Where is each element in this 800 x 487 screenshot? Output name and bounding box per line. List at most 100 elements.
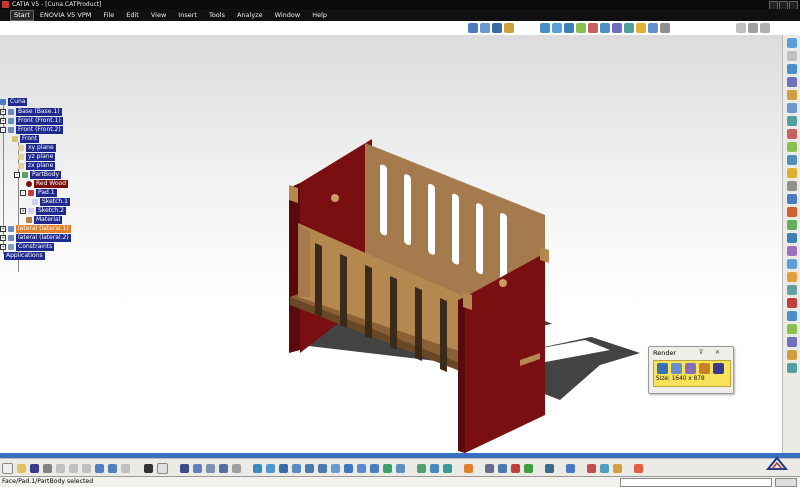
paste-icon[interactable]	[82, 463, 91, 473]
zoom-in-icon[interactable]	[305, 463, 314, 473]
tree-node[interactable]: zx plane	[18, 162, 56, 170]
formula-icon[interactable]	[144, 463, 153, 473]
swap-visible-icon[interactable]	[396, 463, 405, 473]
menu-insert[interactable]: Insert	[172, 9, 203, 21]
menu-file[interactable]: File	[97, 9, 120, 21]
tree-node[interactable]: + Sketch.2	[20, 207, 66, 215]
menu-help[interactable]: Help	[306, 9, 333, 21]
tree-node[interactable]: + lateral (lateral.1)	[0, 225, 71, 233]
toolbar-icon[interactable]	[787, 233, 797, 243]
toolbar-icon[interactable]	[468, 23, 478, 33]
toolbar-icon[interactable]	[566, 463, 575, 473]
render-frame-button[interactable]	[685, 363, 696, 374]
toolbar-icon[interactable]	[600, 23, 610, 33]
toolbar-icon[interactable]	[787, 77, 797, 87]
toolbar-icon[interactable]	[636, 23, 646, 33]
toolbar-icon[interactable]	[587, 463, 596, 473]
tree-node[interactable]: - PartBody	[14, 171, 61, 179]
toolbar-icon[interactable]	[787, 51, 797, 61]
toolbar-icon[interactable]	[511, 463, 520, 473]
menu-analyze[interactable]: Analyze	[231, 9, 269, 21]
toolbar-icon[interactable]	[787, 363, 797, 373]
toolbar-icon[interactable]	[464, 463, 473, 473]
expand-icon[interactable]: +	[0, 109, 6, 115]
save-icon[interactable]	[30, 463, 39, 473]
tree-node[interactable]: + Front (Front.1)	[0, 117, 63, 125]
tree-node[interactable]: Red Wood	[26, 180, 69, 188]
toolbar-icon[interactable]	[787, 246, 797, 256]
toolbar-icon[interactable]	[634, 463, 643, 473]
rotate-icon[interactable]	[292, 463, 301, 473]
toolbar-icon[interactable]	[787, 103, 797, 113]
render-film-button[interactable]	[699, 363, 710, 374]
comment-icon[interactable]	[157, 462, 168, 474]
toolbar-icon[interactable]	[787, 350, 797, 360]
multi-view-icon[interactable]	[344, 463, 353, 473]
toolbar-icon[interactable]	[787, 181, 797, 191]
render-shooting-button[interactable]	[657, 363, 668, 374]
fit-all-icon[interactable]	[266, 463, 275, 473]
toolbar-icon[interactable]	[564, 23, 574, 33]
toolbar-icon[interactable]	[485, 463, 494, 473]
expand-icon[interactable]: +	[0, 118, 6, 124]
menu-enovia[interactable]: ENOVIA V5 VPM	[34, 9, 97, 21]
pin-icon[interactable]: ⊽	[699, 349, 703, 356]
toolbar-icon[interactable]	[760, 23, 770, 33]
close-icon[interactable]: ✕	[715, 349, 720, 356]
toolbar-icon[interactable]	[624, 23, 634, 33]
collapse-icon[interactable]: -	[0, 127, 6, 133]
tree-node[interactable]: - Front (Front.2)	[0, 126, 63, 134]
new-icon[interactable]	[2, 462, 13, 474]
menu-tools[interactable]: Tools	[203, 9, 231, 21]
zoom-out-icon[interactable]	[318, 463, 327, 473]
tree-node-root[interactable]: Cuna	[0, 98, 28, 106]
expand-icon[interactable]: +	[20, 208, 26, 214]
render-quick-button[interactable]	[671, 363, 682, 374]
toolbar-icon[interactable]	[552, 23, 562, 33]
pan-icon[interactable]	[279, 463, 288, 473]
toolbar-icon[interactable]	[787, 272, 797, 282]
toolbar-icon[interactable]	[787, 142, 797, 152]
toolbar-icon[interactable]	[498, 463, 507, 473]
toolbar-icon[interactable]	[748, 23, 758, 33]
menu-window[interactable]: Window	[269, 9, 307, 21]
toolbar-icon[interactable]	[219, 463, 228, 473]
what-is-this-icon[interactable]	[121, 463, 130, 473]
toolbar-icon[interactable]	[787, 116, 797, 126]
toolbar-icon[interactable]	[787, 220, 797, 230]
tree-node[interactable]: yz plane	[18, 153, 56, 161]
collapse-icon[interactable]: -	[20, 190, 26, 196]
toolbar-icon[interactable]	[480, 23, 490, 33]
tree-node[interactable]: + Base (Base.1)	[0, 108, 62, 116]
toolbar-icon[interactable]	[504, 23, 514, 33]
toolbar-icon[interactable]	[660, 23, 670, 33]
toolbar-icon[interactable]	[600, 463, 609, 473]
fly-mode-icon[interactable]	[253, 463, 262, 473]
tree-node[interactable]: Applications	[4, 252, 45, 260]
toolbar-icon[interactable]	[787, 90, 797, 100]
tree-node[interactable]: Material	[26, 216, 63, 224]
toolbar-icon[interactable]	[588, 23, 598, 33]
toolbar-icon[interactable]	[430, 463, 439, 473]
toolbar-icon[interactable]	[540, 23, 550, 33]
hide-show-icon[interactable]	[383, 463, 392, 473]
tree-node[interactable]: xy plane	[18, 144, 56, 152]
toolbar-icon[interactable]	[545, 463, 554, 473]
toolbar-icon[interactable]	[787, 259, 797, 269]
collapse-icon[interactable]: -	[14, 172, 20, 178]
open-icon[interactable]	[17, 463, 26, 473]
toolbar-icon[interactable]	[787, 155, 797, 165]
toolbar-icon[interactable]	[232, 463, 241, 473]
toolbar-icon[interactable]	[787, 129, 797, 139]
toolbar-icon[interactable]	[787, 337, 797, 347]
toolbar-icon[interactable]	[524, 463, 533, 473]
cut-icon[interactable]	[56, 463, 65, 473]
toolbar-icon[interactable]	[180, 463, 189, 473]
toolbar-icon[interactable]	[787, 285, 797, 295]
menu-edit[interactable]: Edit	[120, 9, 145, 21]
tree-node[interactable]: - Pad.1	[20, 189, 57, 197]
undo-icon[interactable]	[95, 463, 104, 473]
toolbar-icon[interactable]	[648, 23, 658, 33]
copy-icon[interactable]	[69, 463, 78, 473]
expand-icon[interactable]: +	[0, 235, 6, 241]
